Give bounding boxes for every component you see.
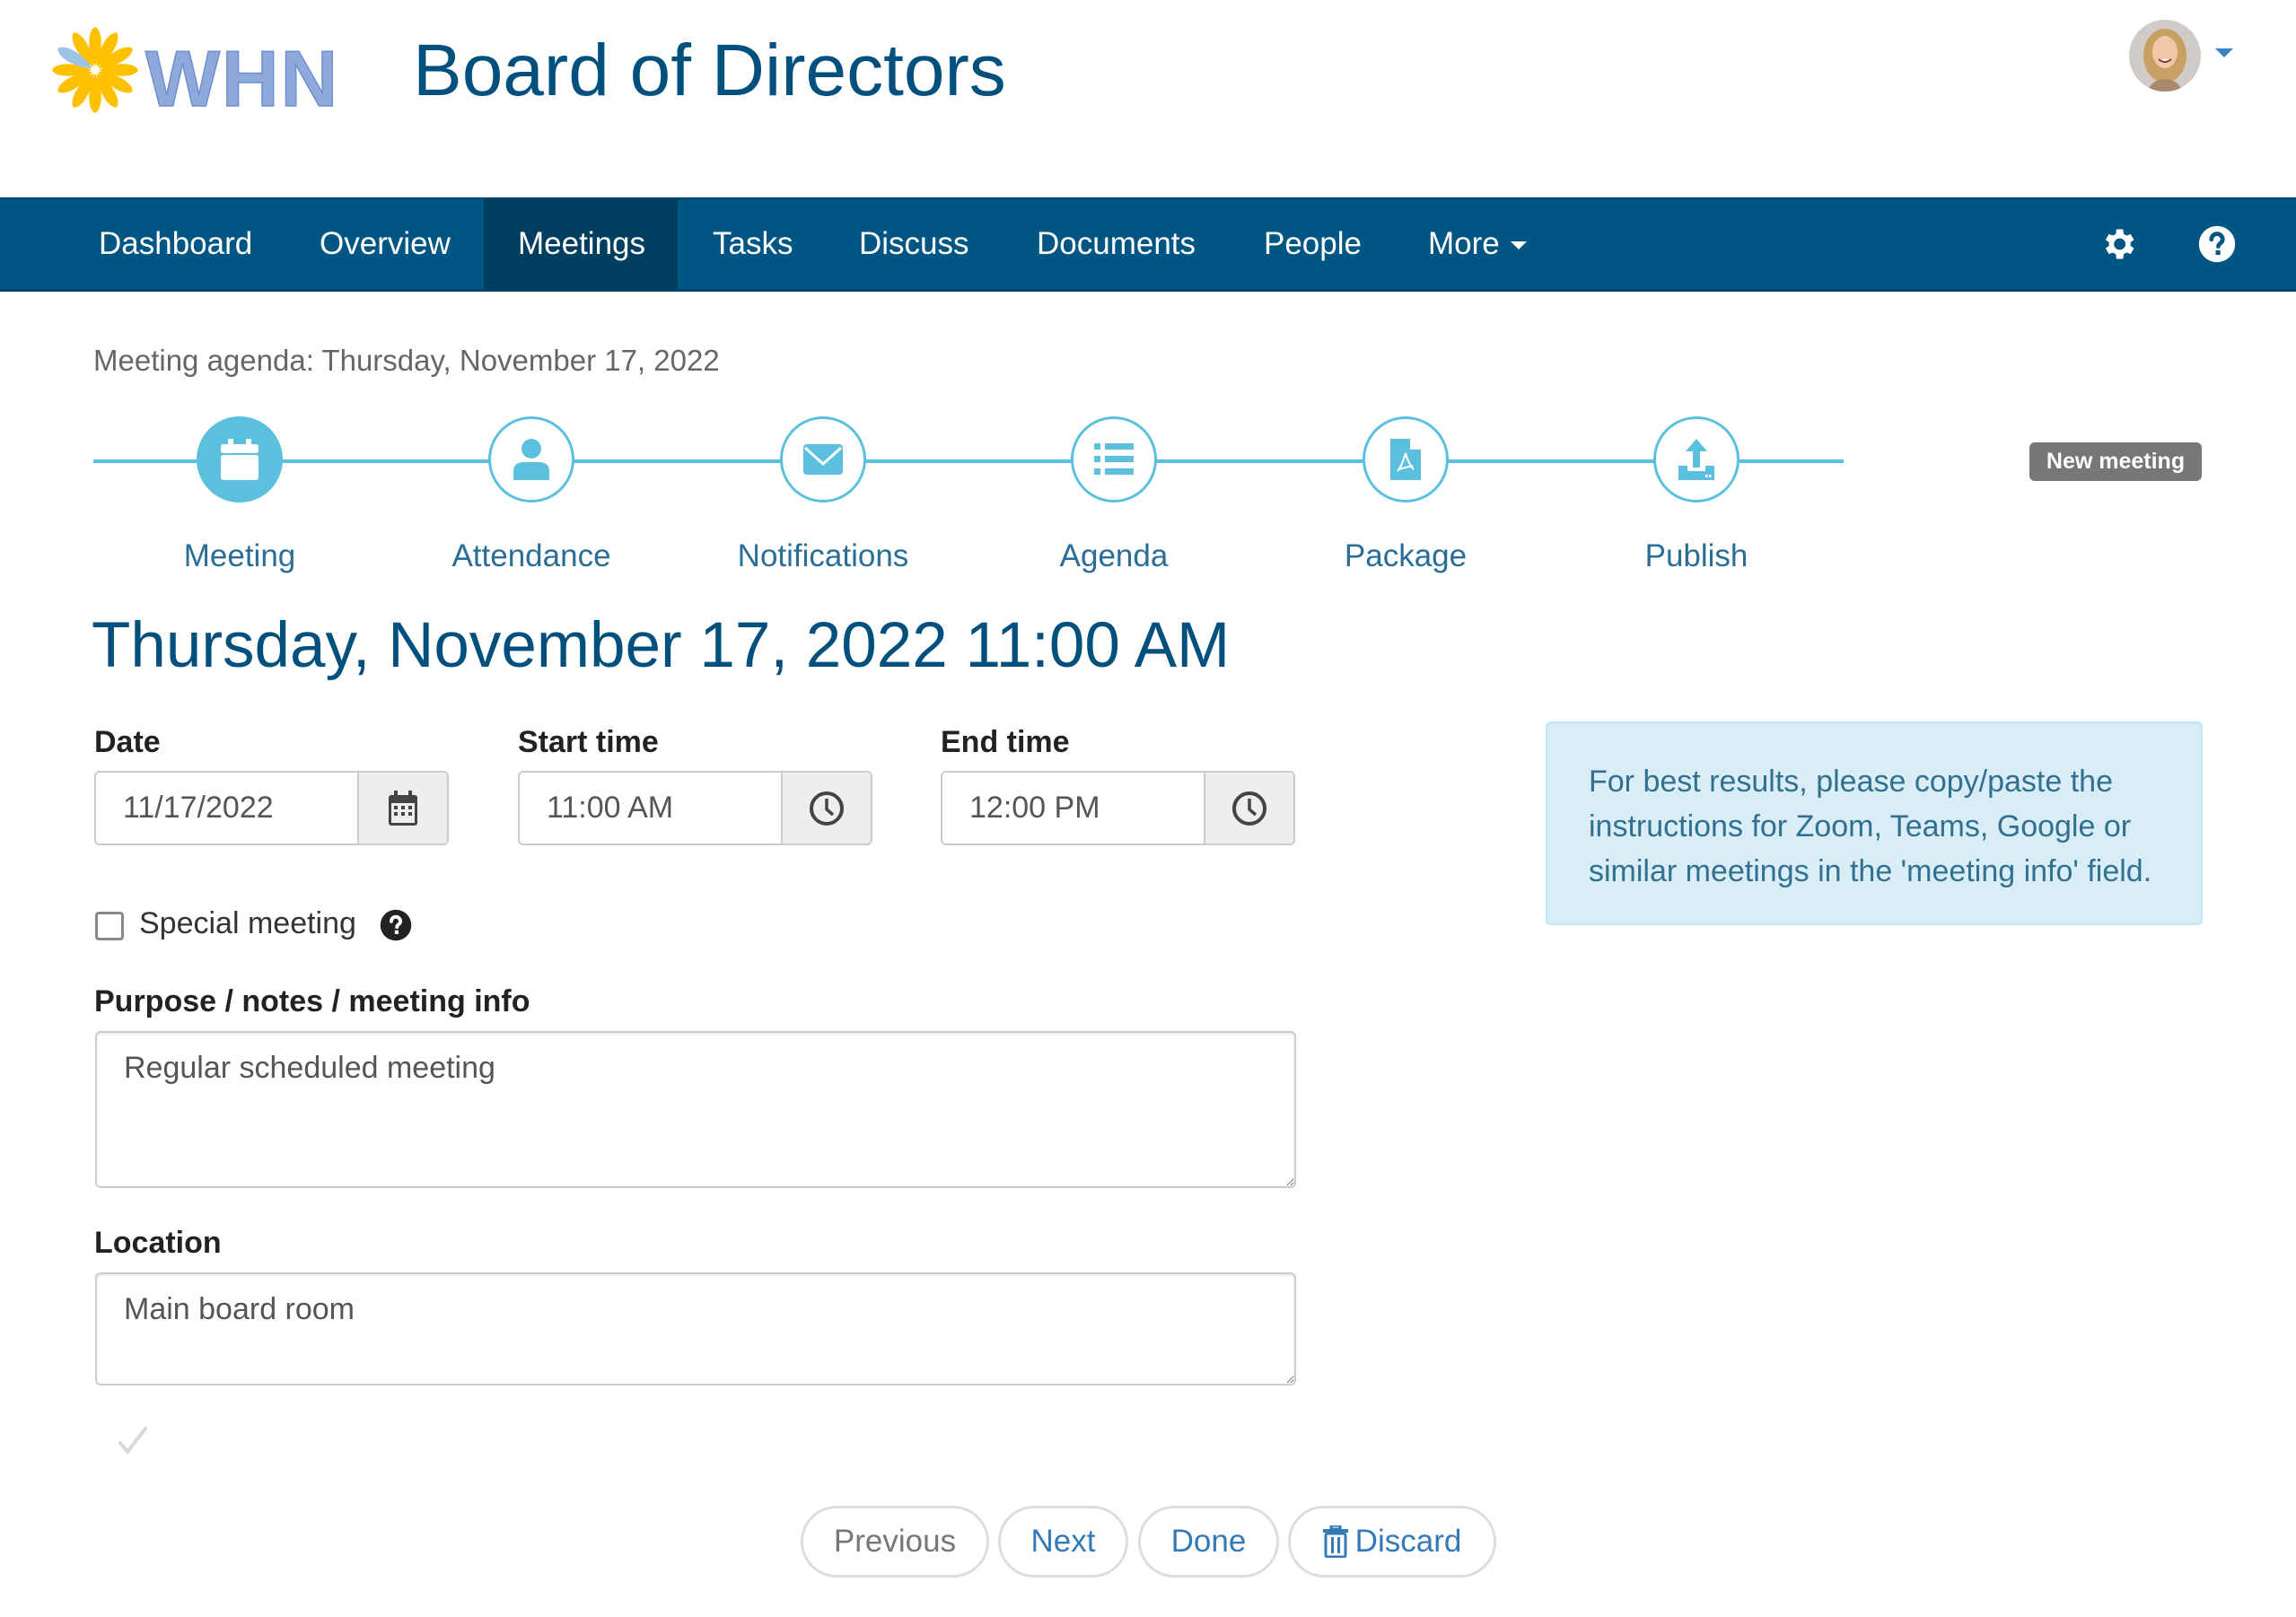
special-meeting-checkbox[interactable] xyxy=(95,912,124,940)
list-icon xyxy=(1094,443,1134,475)
step-package-label: Package xyxy=(1344,538,1468,573)
nav-meetings-label: Meetings xyxy=(518,226,646,261)
step-publish-label: Publish xyxy=(1644,538,1748,573)
nav-overview[interactable]: Overview xyxy=(285,199,485,289)
end-time-input[interactable] xyxy=(942,773,1204,843)
done-button-label: Done xyxy=(1170,1524,1247,1559)
previous-button[interactable]: Previous xyxy=(801,1506,989,1578)
logo-text: WHN xyxy=(145,34,339,117)
whn-logo[interactable]: WHN xyxy=(48,23,354,124)
page-subtitle: Meeting agenda: Thursday, November 17, 2… xyxy=(93,344,720,377)
date-input-group xyxy=(94,771,449,845)
date-picker-button[interactable] xyxy=(357,773,447,843)
date-input[interactable] xyxy=(96,773,357,843)
main-navbar: Dashboard Overview Meetings Tasks Discus… xyxy=(0,197,2296,292)
question-circle-icon xyxy=(380,909,412,941)
nav-meetings[interactable]: Meetings xyxy=(484,199,678,289)
discard-button[interactable]: Discard xyxy=(1288,1506,1496,1578)
purpose-label: Purpose / notes / meeting info xyxy=(94,984,530,1018)
step-attendance-label: Attendance xyxy=(451,538,611,573)
meeting-datetime-heading: Thursday, November 17, 2022 11:00 AM xyxy=(92,610,1231,681)
previous-button-label: Previous xyxy=(833,1524,957,1559)
calendar-icon xyxy=(221,439,259,480)
start-time-label: Start time xyxy=(518,725,659,759)
nav-dashboard[interactable]: Dashboard xyxy=(65,199,286,289)
nav-people[interactable]: People xyxy=(1230,199,1396,289)
step-meeting-circle xyxy=(197,416,283,503)
purpose-textarea[interactable]: Regular scheduled meeting xyxy=(95,1031,1296,1188)
location-textarea[interactable]: Main board room xyxy=(95,1272,1296,1385)
location-label: Location xyxy=(94,1226,222,1260)
discard-button-label: Discard xyxy=(1354,1524,1462,1559)
end-time-picker-button[interactable] xyxy=(1204,773,1293,843)
step-notifications[interactable]: Notifications xyxy=(688,416,958,574)
step-publish-circle xyxy=(1653,416,1740,503)
nav-documents[interactable]: Documents xyxy=(1003,199,1230,289)
start-time-input[interactable] xyxy=(520,773,781,843)
help-icon xyxy=(2198,225,2236,263)
nav-tasks-label: Tasks xyxy=(713,226,793,261)
nav-more-label: More xyxy=(1428,226,1500,261)
nav-discuss-label: Discuss xyxy=(859,226,969,261)
step-notifications-label: Notifications xyxy=(737,538,909,573)
envelope-icon xyxy=(803,444,843,475)
nav-more-dropdown[interactable]: More xyxy=(1394,199,1561,289)
special-meeting-label[interactable]: Special meeting xyxy=(139,906,356,941)
step-meeting[interactable]: Meeting xyxy=(105,416,374,574)
step-package[interactable]: Package xyxy=(1271,416,1540,574)
nav-documents-label: Documents xyxy=(1037,226,1196,261)
flower-logo-icon: WHN xyxy=(52,27,339,124)
site-title: Board of Directors xyxy=(413,30,1006,111)
user-avatar[interactable] xyxy=(2129,20,2201,92)
step-agenda-circle xyxy=(1071,416,1157,503)
date-label: Date xyxy=(94,725,161,759)
step-meeting-label: Meeting xyxy=(183,538,296,573)
done-button[interactable]: Done xyxy=(1138,1506,1279,1578)
nav-tasks[interactable]: Tasks xyxy=(679,199,827,289)
pdf-file-icon xyxy=(1390,439,1421,480)
nav-discuss[interactable]: Discuss xyxy=(825,199,1003,289)
calendar-icon xyxy=(389,790,417,826)
step-package-circle xyxy=(1363,416,1449,503)
next-button-label: Next xyxy=(1030,1524,1096,1559)
gear-icon xyxy=(2105,229,2134,259)
step-agenda-label: Agenda xyxy=(1059,538,1169,573)
settings-button[interactable] xyxy=(2099,224,2138,264)
caret-down-icon xyxy=(1510,241,1527,250)
user-menu-caret-icon[interactable] xyxy=(2215,48,2233,57)
end-time-label: End time xyxy=(941,725,1070,759)
nav-overview-label: Overview xyxy=(320,226,451,261)
user-icon xyxy=(513,439,549,480)
info-alert: For best results, please copy/paste the … xyxy=(1546,721,2203,925)
step-agenda[interactable]: Agenda xyxy=(979,416,1249,574)
nav-dashboard-label: Dashboard xyxy=(99,226,253,261)
checkmark-icon xyxy=(118,1427,147,1455)
trash-icon xyxy=(1322,1525,1348,1558)
step-publish[interactable]: Publish xyxy=(1562,416,1831,574)
saved-status xyxy=(117,1425,149,1457)
start-time-picker-button[interactable] xyxy=(781,773,871,843)
start-time-input-group xyxy=(518,771,872,845)
step-attendance[interactable]: Attendance xyxy=(397,416,666,574)
end-time-input-group xyxy=(941,771,1295,845)
info-alert-text: For best results, please copy/paste the … xyxy=(1589,765,2152,888)
new-meeting-badge: New meeting xyxy=(2029,442,2202,481)
upload-icon xyxy=(1678,439,1714,480)
nav-people-label: People xyxy=(1264,226,1362,261)
step-attendance-circle xyxy=(488,416,574,503)
next-button[interactable]: Next xyxy=(998,1506,1128,1578)
avatar-photo-icon xyxy=(2129,20,2201,92)
special-meeting-help[interactable] xyxy=(380,909,412,941)
help-button[interactable] xyxy=(2197,224,2237,264)
clock-icon xyxy=(1232,791,1266,826)
clock-icon xyxy=(810,791,844,826)
step-notifications-circle xyxy=(780,416,866,503)
